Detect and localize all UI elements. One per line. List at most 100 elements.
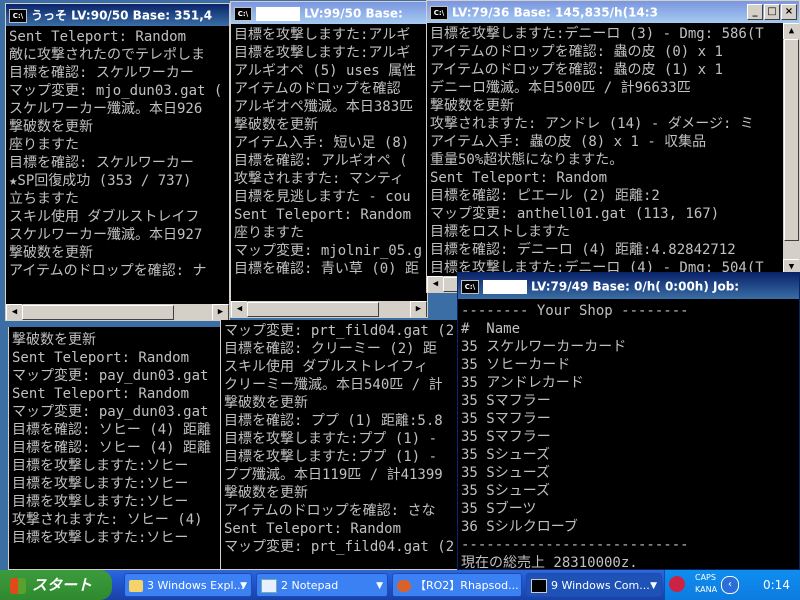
- console-line: マップ変更: prt_fild04.gat (2: [224, 539, 455, 555]
- console-window-5[interactable]: マップ変更: prt_fild04.gat (2 目標を確認: クリーミー (2)…: [220, 320, 460, 570]
- console-line: 目標を確認: ソヒー (4) 距離: [12, 440, 212, 456]
- console-line: 撃破数を更新: [9, 245, 93, 261]
- clock: 0:14: [763, 578, 790, 592]
- console-line: スケルワーカー殲滅。本日927: [9, 227, 203, 243]
- console-line: 攻撃されますた: ソヒー (4): [12, 512, 203, 528]
- console-window-shop[interactable]: C:\ LV:79/49 Base: 0/h( 0:00h) Job: -----…: [457, 272, 800, 570]
- console-icon: C:\: [234, 6, 252, 21]
- console-window-2[interactable]: C:\ LV:99/50 Base: 目標を攻撃しますた:アルギ 目標を攻撃しますた…: [230, 1, 428, 318]
- console-line: 目標を確認: スケルワーカー: [9, 155, 194, 171]
- console-output: マップ変更: prt_fild04.gat (2 目標を確認: クリーミー (2)…: [224, 322, 456, 556]
- console-icon: [531, 579, 547, 593]
- console-line: 立ちますた: [9, 191, 79, 207]
- console-line: アイテム入手: 短い足 (8): [234, 135, 410, 151]
- maximize-button[interactable]: □: [764, 4, 780, 20]
- caps-indicator: CAPS: [695, 573, 716, 582]
- scroll-up-icon[interactable]: ▲: [783, 23, 799, 40]
- windows-logo-icon: [10, 577, 26, 594]
- scroll-right-icon[interactable]: ▶: [212, 304, 229, 320]
- console-line: 目標を攻撃しますた:ププ (1) -: [224, 449, 438, 465]
- chevron-down-icon: ▼: [376, 581, 383, 591]
- scroll-thumb[interactable]: [247, 302, 379, 317]
- console-line: 撃破数を更新: [430, 98, 514, 114]
- taskbar: スタート 3 Windows Expl... ▼ 2 Notepad ▼ 【RO2】…: [0, 570, 800, 600]
- console-line: Sent Teleport: Random: [12, 350, 190, 366]
- console-line: アイテムのドロップを確認: ナ: [9, 263, 207, 279]
- console-line: 敵に攻撃されたのでテレポしま: [9, 47, 205, 63]
- console-output: 目標を攻撃しますた:デニーロ (3) - Dmg: 586(T アイテムのドロップ…: [430, 25, 780, 277]
- console-window-4[interactable]: 撃破数を更新 Sent Teleport: Random マップ変更: pay_du…: [8, 327, 222, 570]
- console-output: 撃破数を更新 Sent Teleport: Random マップ変更: pay_du…: [12, 331, 218, 547]
- console-output: Sent Teleport: Random 敵に攻撃されたのでテレポしま 目標を確認…: [9, 28, 226, 280]
- console-line: クリーミー殲滅。本日540匹 / 計: [224, 377, 443, 393]
- console-line: 35 Sシューズ: [461, 447, 551, 463]
- console-line: 座りますた: [234, 225, 304, 241]
- tray-app-icon[interactable]: [669, 576, 685, 592]
- console-line: マップ変更: pay_dun03.gat: [12, 404, 209, 420]
- title-bar[interactable]: C:\ LV:79/49 Base: 0/h( 0:00h) Job:: [458, 273, 799, 299]
- console-line: 35 Sマフラー: [461, 411, 551, 427]
- start-button[interactable]: スタート: [0, 570, 112, 600]
- title-bar[interactable]: C:\ うっそ LV:90/50 Base: 351,4: [6, 4, 229, 26]
- chevron-down-icon: ▼: [240, 581, 247, 591]
- shop-list: -------- Your Shop -------- # Name 35 スケルワ…: [461, 302, 796, 570]
- console-line: 撃破数を更新: [234, 117, 318, 133]
- console-line: 撃破数を更新: [12, 332, 96, 348]
- folder-icon: [129, 580, 143, 592]
- task-notepad[interactable]: 2 Notepad ▼: [256, 573, 388, 597]
- scroll-thumb[interactable]: [784, 39, 799, 241]
- close-button[interactable]: ×: [781, 4, 797, 20]
- redacted-name: [256, 6, 300, 21]
- console-line: 重量50%超状態になりますた。: [430, 152, 624, 168]
- task-windows-command[interactable]: 9 Windows Com... ▼: [526, 573, 662, 597]
- vertical-scrollbar[interactable]: ▲ ▼: [783, 23, 799, 276]
- console-output: 目標を攻撃しますた:アルギ 目標を攻撃しますた:アルギ アルギオペ (5) uses…: [234, 26, 424, 278]
- console-line: 目標を攻撃しますた:アルギ: [234, 27, 411, 43]
- console-line: スケルワーカー殲滅。本日926: [9, 101, 203, 117]
- console-line: 撃破数を更新: [9, 119, 93, 135]
- console-line: Sent Teleport: Random: [12, 386, 190, 402]
- console-line: ププ殲滅。本日119匹 / 計41399: [224, 467, 443, 483]
- console-line: -------- Your Shop --------: [461, 303, 689, 319]
- console-window-1[interactable]: C:\ うっそ LV:90/50 Base: 351,4 Sent Telepor…: [5, 3, 230, 321]
- console-icon: C:\: [9, 8, 27, 23]
- scroll-right-icon[interactable]: ▶: [410, 301, 427, 317]
- console-line: アイテムのドロップを確認: さな: [224, 503, 436, 519]
- console-line: 35 スケルワーカーカード: [461, 339, 627, 355]
- scroll-left-icon[interactable]: ◀: [6, 304, 23, 320]
- console-line: 撃破数を更新: [224, 485, 308, 501]
- title-bar[interactable]: C:\ LV:79/36 Base: 145,835/h(14:3 _ □ ×: [427, 1, 799, 23]
- console-line: 目標を確認: ププ (1) 距離:5.8: [224, 413, 443, 429]
- console-icon: C:\: [461, 279, 479, 294]
- console-line: 目標を確認: ソヒー (4) 距離: [12, 422, 212, 438]
- minimize-button[interactable]: _: [747, 4, 763, 20]
- notepad-icon: [261, 579, 277, 593]
- console-line: マップ変更: prt_fild04.gat (2: [224, 323, 455, 339]
- chevron-left-icon[interactable]: ‹: [721, 576, 739, 594]
- console-line: Sent Teleport: Random: [430, 170, 608, 186]
- console-line: 36 Sシルクローブ: [461, 519, 578, 535]
- title-bar[interactable]: C:\ LV:99/50 Base:: [231, 2, 427, 24]
- console-line: 35 Sブーツ: [461, 501, 537, 517]
- console-line: 35 Sマフラー: [461, 393, 551, 409]
- console-line: 目標を確認: デニーロ (4) 距離:4.82842712: [430, 242, 736, 258]
- console-line: 目標を見逃しますた - cou: [234, 189, 411, 205]
- scroll-left-icon[interactable]: ◀: [427, 276, 444, 292]
- console-line: マップ変更: anthell01.gat (113, 167): [430, 206, 720, 222]
- horizontal-scrollbar[interactable]: ◀ ▶: [6, 304, 229, 320]
- horizontal-scrollbar[interactable]: ◀ ▶: [231, 301, 427, 317]
- task-browser[interactable]: 【RO2】Rhapsod...: [392, 573, 522, 597]
- console-line: Sent Teleport: Random: [224, 521, 402, 537]
- console-line: デニーロ殲滅。本日500匹 / 計96633匹: [430, 80, 691, 96]
- window-title: うっそ LV:90/50 Base: 351,4: [31, 8, 213, 23]
- system-tray: CAPS KANA ‹ 0:14: [664, 570, 800, 600]
- console-window-3[interactable]: C:\ LV:79/36 Base: 145,835/h(14:3 _ □ × 目…: [426, 0, 800, 293]
- console-line: 目標を攻撃しますた:ソヒー: [12, 530, 189, 546]
- scroll-thumb[interactable]: [22, 305, 174, 320]
- scroll-left-icon[interactable]: ◀: [231, 301, 248, 317]
- console-line: 35 Sシューズ: [461, 465, 551, 481]
- console-line: 現在の総売上 28310000z.: [461, 555, 638, 570]
- console-line: アイテムのドロップを確認: [234, 81, 401, 97]
- console-line: Sent Teleport: Random: [9, 29, 187, 45]
- task-windows-explorer[interactable]: 3 Windows Expl... ▼: [124, 573, 252, 597]
